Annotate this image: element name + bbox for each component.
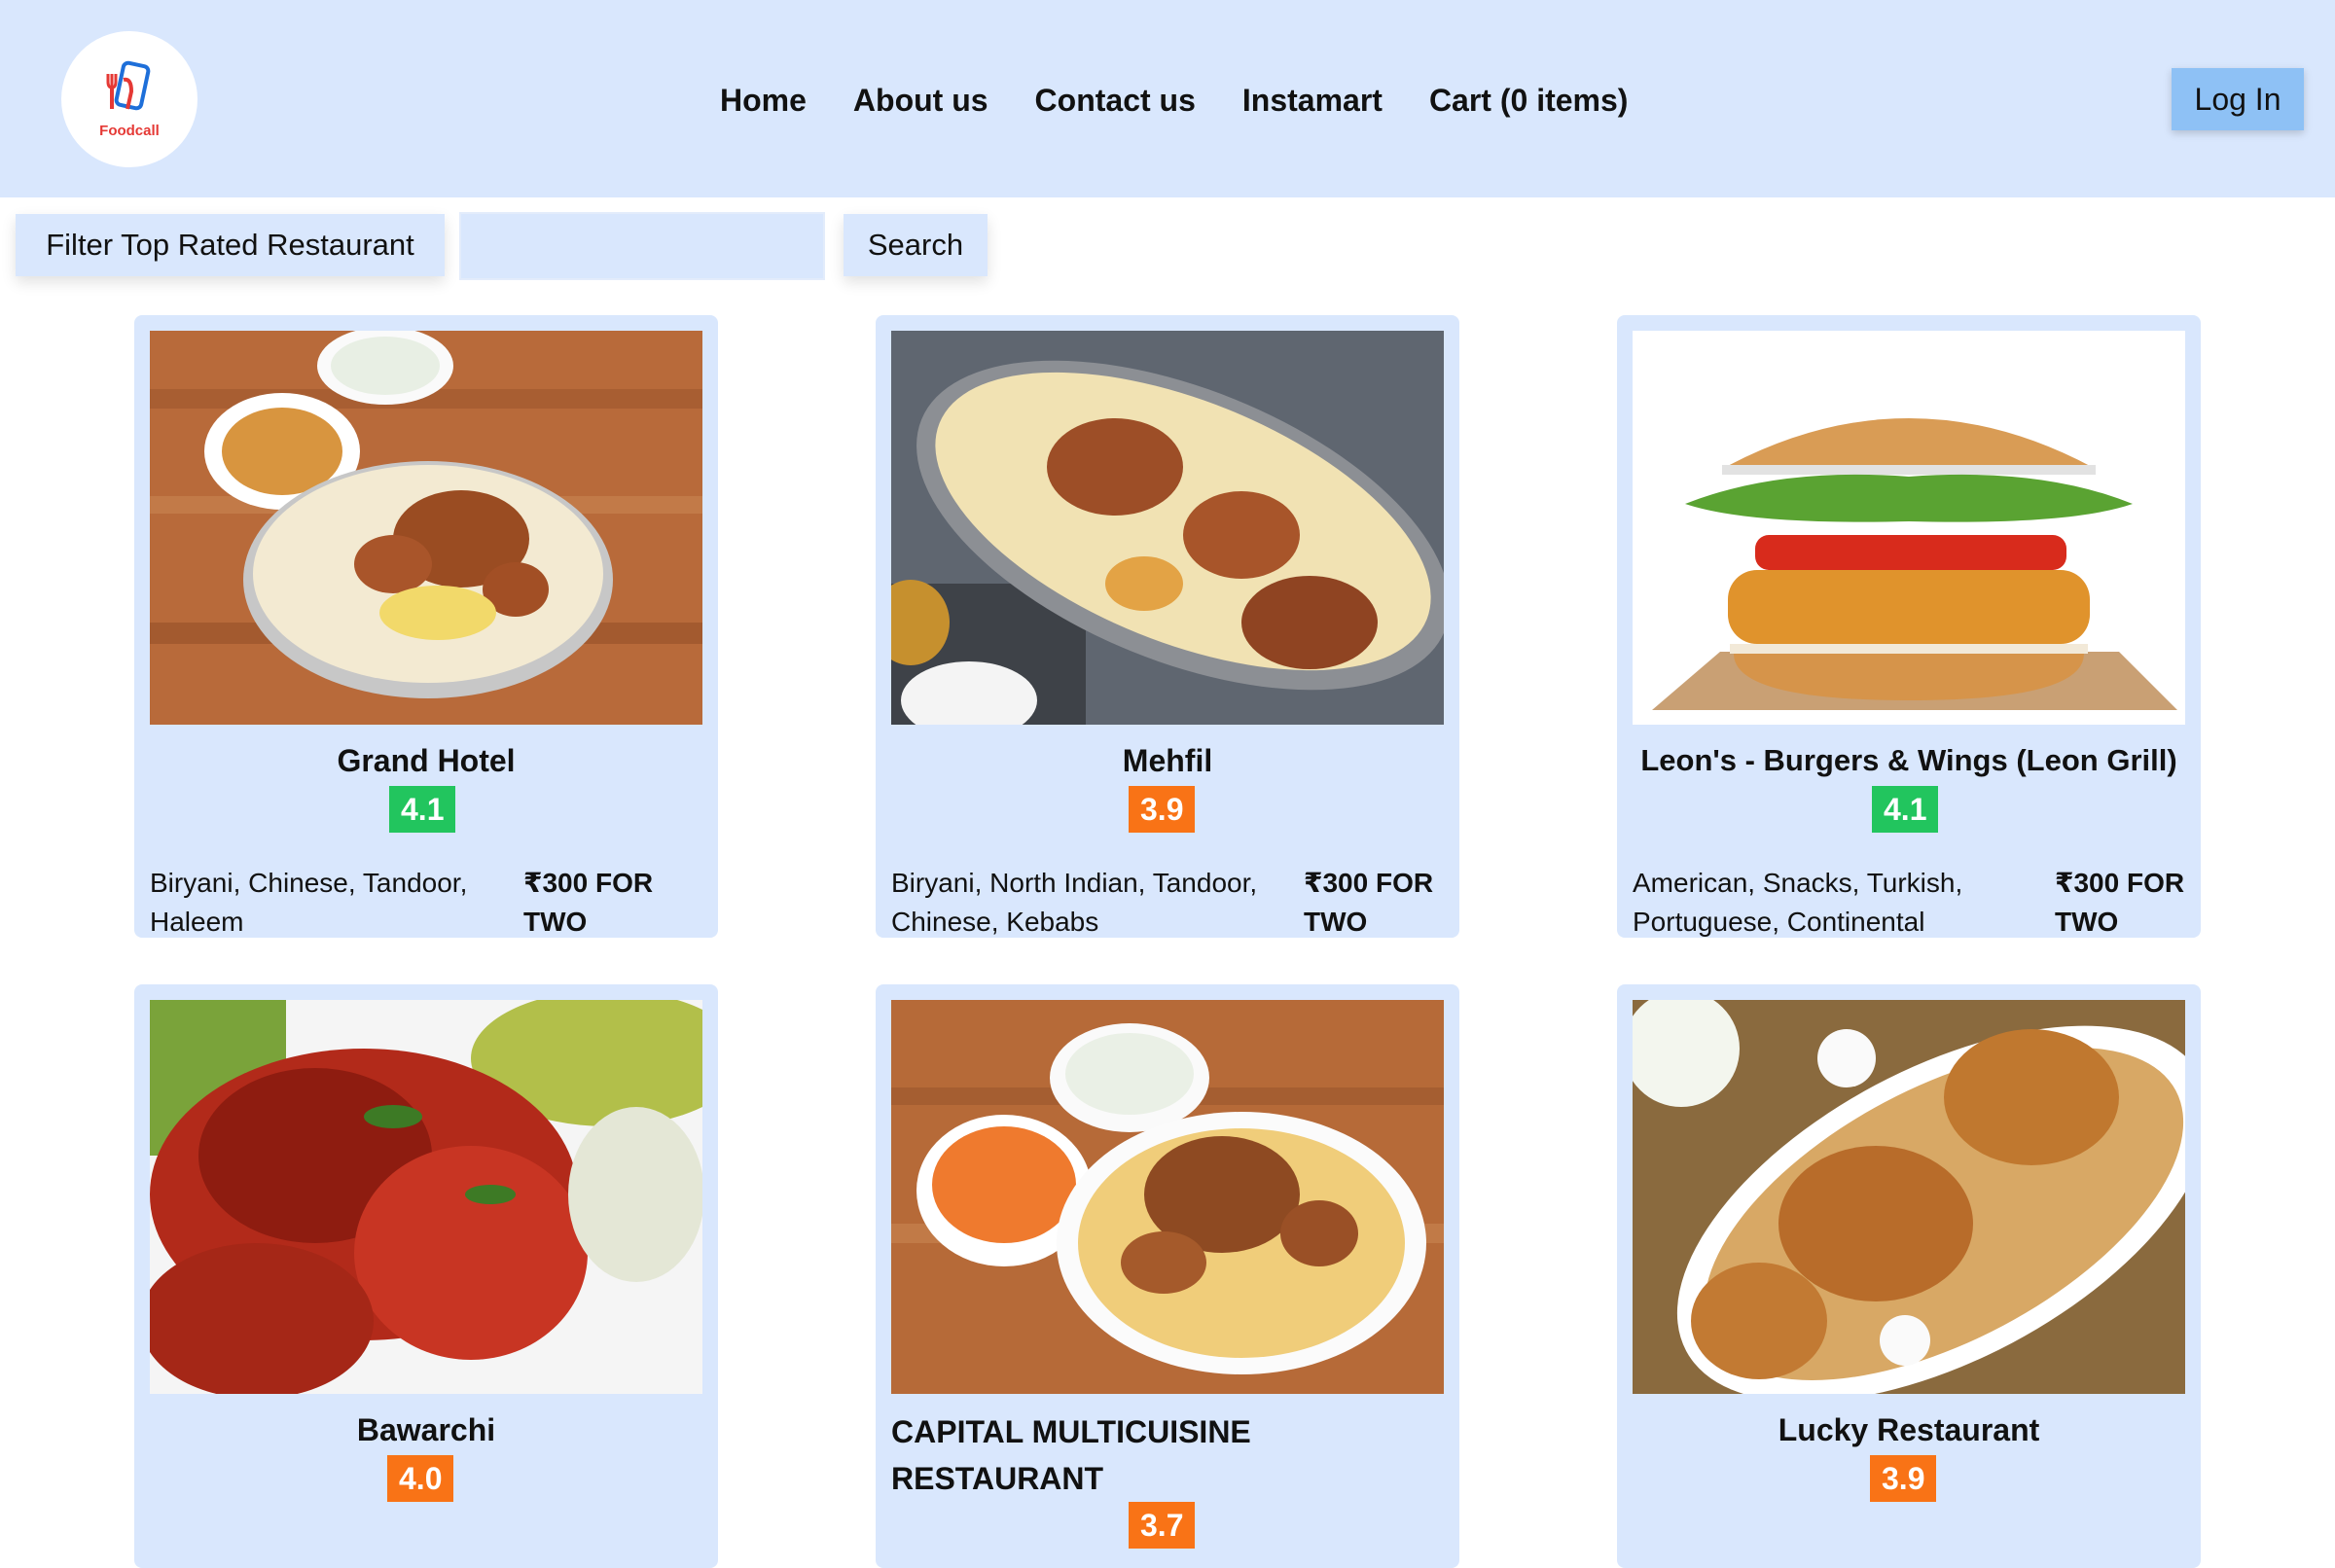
rating-badge: 4.1 (389, 786, 456, 833)
price-text: ₹300 FOR TWO (523, 868, 654, 937)
nav-home[interactable]: Home (720, 83, 807, 119)
filter-top-rated-button[interactable]: Filter Top Rated Restaurant (16, 214, 445, 276)
restaurant-name: Grand Hotel (337, 743, 516, 778)
restaurant-name: CAPITAL MULTICUISINE RESTAURANT (891, 1414, 1251, 1496)
nav-about-us[interactable]: About us (853, 83, 988, 119)
restaurant-name: Mehfil (1122, 743, 1213, 778)
cuisines-text: Biryani, Chinese, Tandoor, Haleem (150, 868, 468, 937)
cuisines-text: Biryani, North Indian, Tandoor, Chinese,… (891, 868, 1258, 937)
restaurant-card[interactable]: Leon's - Burgers & Wings (Leon Grill) 4.… (1617, 315, 2201, 938)
rating-badge: 3.9 (1129, 786, 1196, 833)
restaurant-image (1633, 1000, 2185, 1394)
nav-contact-us[interactable]: Contact us (1035, 83, 1196, 119)
cuisines-text: American, Snacks, Turkish, Portuguese, C… (1633, 868, 1963, 937)
restaurant-card[interactable]: Lucky Restaurant 3.9 (1617, 984, 2201, 1568)
phone-food-icon (106, 60, 151, 110)
restaurant-image (150, 1000, 702, 1394)
price-text: ₹300 FOR TWO (2055, 868, 2185, 937)
rating-badge: 3.9 (1870, 1455, 1937, 1502)
price-text: ₹300 FOR TWO (1304, 868, 1434, 937)
rating-badge: 3.7 (1129, 1502, 1196, 1549)
search-input[interactable] (459, 212, 825, 280)
nav-instamart[interactable]: Instamart (1242, 83, 1383, 119)
restaurant-card[interactable]: Bawarchi 4.0 (134, 984, 718, 1568)
login-button[interactable]: Log In (2172, 68, 2304, 130)
restaurant-name: Bawarchi (356, 1412, 496, 1447)
restaurant-image (891, 331, 1444, 725)
foodcall-logo[interactable]: Foodcall (61, 31, 198, 167)
restaurant-card[interactable]: Mehfil 3.9 Biryani, North Indian, Tandoo… (876, 315, 1459, 938)
restaurant-image (150, 331, 702, 725)
restaurant-image (891, 1000, 1444, 1394)
logo-text: Foodcall (99, 122, 160, 139)
main-nav: Home About us Contact us Instamart Cart … (720, 76, 1628, 125)
restaurant-image (1633, 331, 2185, 725)
search-button[interactable]: Search (844, 214, 988, 276)
restaurant-card[interactable]: Grand Hotel 4.1 Biryani, Chinese, Tandoo… (134, 315, 718, 938)
rating-badge: 4.1 (1872, 786, 1939, 833)
top-header: Foodcall Home About us Contact us Instam… (0, 0, 2335, 197)
restaurant-name: Leon's - Burgers & Wings (Leon Grill) (1640, 743, 2177, 777)
restaurant-card[interactable]: CAPITAL MULTICUISINE RESTAURANT 3.7 (876, 984, 1459, 1568)
rating-badge: 4.0 (387, 1455, 454, 1502)
restaurant-name: Lucky Restaurant (1778, 1412, 2040, 1447)
nav-cart[interactable]: Cart (0 items) (1429, 83, 1629, 119)
